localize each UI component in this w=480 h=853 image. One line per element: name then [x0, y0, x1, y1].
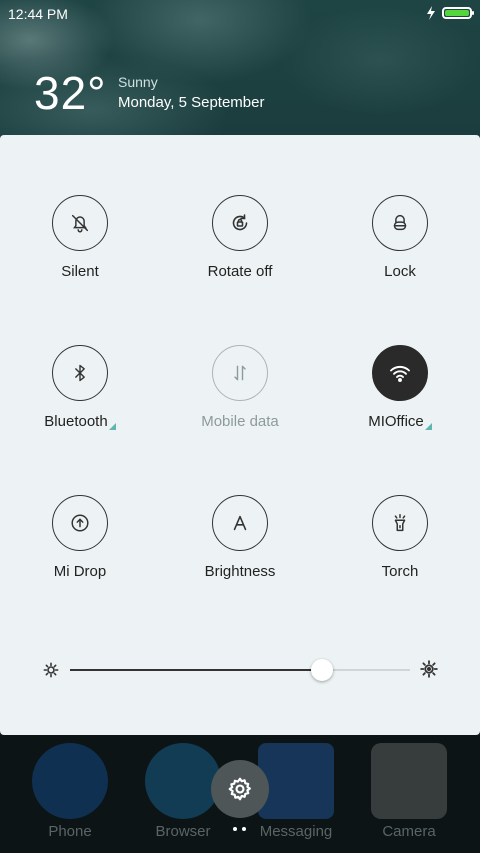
status-icons [426, 6, 474, 20]
toggle-wifi[interactable]: MIOffice [320, 345, 480, 455]
rotate-lock-icon [212, 195, 268, 251]
toggle-silent[interactable]: Silent [0, 195, 160, 305]
bell-off-icon [52, 195, 108, 251]
toggle-torch[interactable]: Torch [320, 495, 480, 605]
toggle-bluetooth[interactable]: Bluetooth [0, 345, 160, 455]
mi-drop-icon [52, 495, 108, 551]
bluetooth-label: Bluetooth [44, 413, 108, 430]
status-bar: 12:44 PM [0, 0, 480, 28]
expand-indicator-icon [108, 423, 116, 430]
brightness-track[interactable] [70, 659, 410, 681]
expand-indicator-icon [424, 423, 432, 430]
bluetooth-icon [52, 345, 108, 401]
toggle-label: Bluetooth [44, 413, 116, 430]
page-dot [242, 827, 246, 831]
phone-icon [32, 743, 108, 819]
toggle-label: Lock [384, 263, 416, 280]
settings-button[interactable] [211, 760, 269, 818]
brightness-slider[interactable] [0, 655, 480, 685]
toggle-label: Mobile data [201, 413, 279, 430]
toggle-mi-drop[interactable]: Mi Drop [0, 495, 160, 605]
toggle-rotate[interactable]: Rotate off [160, 195, 320, 305]
battery-icon [442, 7, 474, 19]
weather-date: Monday, 5 September [118, 94, 265, 111]
toggle-lock[interactable]: Lock [320, 195, 480, 305]
toggle-mobile-data[interactable]: Mobile data [160, 345, 320, 455]
brightness-high-icon [420, 660, 438, 683]
brightness-low-icon [43, 662, 59, 683]
status-time: 12:44 PM [8, 6, 68, 22]
page-dot [233, 827, 237, 831]
brightness-thumb[interactable] [310, 659, 333, 681]
page-indicator [233, 827, 246, 831]
charging-icon [427, 6, 435, 20]
brightness-track-fill [70, 669, 322, 671]
gear-icon [228, 777, 251, 801]
toggle-label: Torch [381, 563, 419, 580]
weather-condition: Sunny [118, 74, 158, 90]
toggle-auto-brightness[interactable]: Brightness [160, 495, 320, 605]
dock-app-label: Messaging [259, 823, 333, 840]
dock-app-label: Camera [382, 823, 436, 840]
messaging-icon [258, 743, 334, 819]
toggle-label: Silent [61, 263, 99, 280]
toggle-label: MIOffice [368, 413, 432, 430]
lock-icon [372, 195, 428, 251]
temperature: 32° [34, 67, 107, 119]
camera-icon [371, 743, 447, 819]
toggle-label: Brightness [204, 563, 276, 580]
toggle-label: Rotate off [207, 263, 273, 280]
auto-brightness-icon [212, 495, 268, 551]
quick-settings-panel: Silent Rotate off Lock Bluetooth Mobile … [0, 135, 480, 735]
browser-icon [145, 743, 221, 819]
mobile-data-icon [212, 345, 268, 401]
toggle-label: Mi Drop [53, 563, 107, 580]
dock-app-label: Browser [155, 823, 211, 840]
wifi-icon [372, 345, 428, 401]
wifi-label: MIOffice [368, 413, 424, 430]
dock-app-label: Phone [48, 823, 92, 840]
torch-icon [372, 495, 428, 551]
